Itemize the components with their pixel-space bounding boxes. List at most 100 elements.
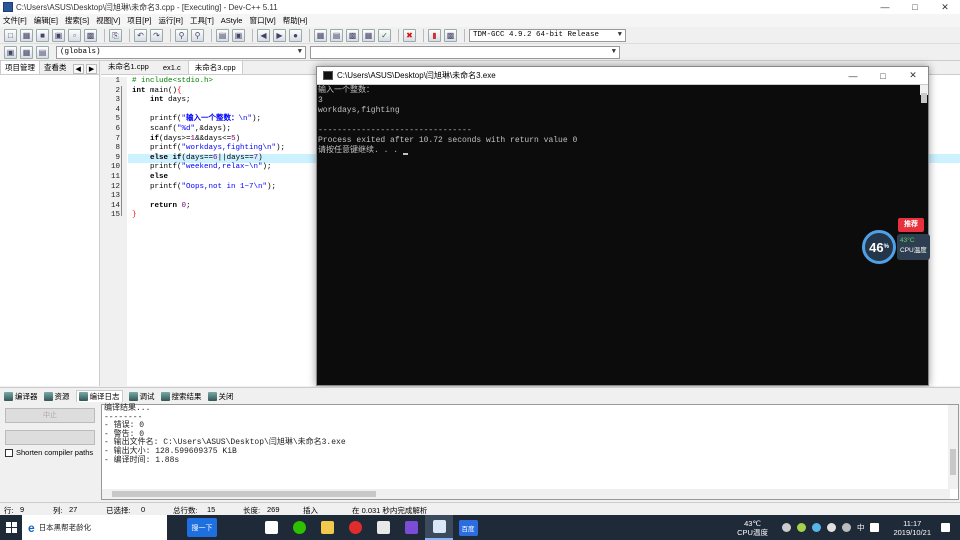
console-scrollbar[interactable] xyxy=(920,85,928,103)
taskbar-app-wps[interactable] xyxy=(397,515,425,540)
taskbar-app-explorer[interactable] xyxy=(313,515,341,540)
console-close-button[interactable]: ✕ xyxy=(898,70,928,81)
close-file-button[interactable]: ▫ xyxy=(68,28,81,42)
print-button[interactable]: ⎘ xyxy=(109,28,122,42)
start-button[interactable] xyxy=(0,515,22,540)
log-horizontal-scrollbar[interactable] xyxy=(102,489,950,499)
replace-button[interactable]: ⚲ xyxy=(191,28,204,42)
taskbar-app-media[interactable] xyxy=(257,515,285,540)
open-file-button[interactable]: ▦ xyxy=(20,28,33,42)
menu-help[interactable]: 帮助[H] xyxy=(283,15,308,26)
scope-select[interactable]: (globals) ▼ xyxy=(56,45,306,59)
stop-execution-button[interactable]: ✖ xyxy=(403,28,416,42)
profile-button[interactable]: ▩ xyxy=(444,28,457,42)
baidu-search-button[interactable]: 搜一下 xyxy=(187,518,217,537)
menu-edit[interactable]: 编辑[E] xyxy=(34,15,58,26)
shorten-paths-checkbox[interactable]: Shorten compiler paths xyxy=(5,448,93,457)
notification-icon[interactable] xyxy=(941,523,950,532)
taskbar-app-devcpp[interactable] xyxy=(425,515,453,540)
recommend-badge[interactable]: 推荐 xyxy=(898,218,924,232)
compiler-select[interactable]: TDM-GCC 4.9.2 64-bit Release ▼ xyxy=(469,28,626,42)
performance-widget[interactable]: 推荐 46% 43°C CPU温度 xyxy=(862,218,932,266)
minimize-icon: — xyxy=(880,2,890,12)
project-panel-tabs: 项目管理 查看类 ◀ ▶ xyxy=(0,60,99,75)
tab-close[interactable]: 关闭 xyxy=(207,391,234,402)
tab-compiler[interactable]: 编译器 xyxy=(4,391,38,402)
taskbar-app-wechat[interactable] xyxy=(285,515,313,540)
tab-class-view[interactable]: 查看类 xyxy=(40,61,71,74)
close-all-button[interactable]: ▩ xyxy=(84,28,97,42)
taskbar-app-store[interactable] xyxy=(369,515,397,540)
memory-usage-gauge[interactable]: 46% xyxy=(862,230,896,264)
tab-debug[interactable]: 调试 xyxy=(128,391,155,402)
menu-run[interactable]: 运行[R] xyxy=(158,15,183,26)
checkbox-box[interactable] xyxy=(5,448,13,457)
tab-scroll-right-icon[interactable]: ▶ xyxy=(85,64,98,74)
console-maximize-button[interactable]: □ xyxy=(868,71,898,81)
save-all-button[interactable]: ▣ xyxy=(52,28,65,42)
menu-astyle[interactable]: AStyle xyxy=(221,16,243,25)
tab-compile-log[interactable]: 编译日志 xyxy=(75,390,123,402)
taskbar-search-box[interactable]: e 日本黑帮老龄化 xyxy=(22,515,167,540)
taskbar-app-baidu[interactable]: 百度 xyxy=(453,515,483,540)
tab-file-3[interactable]: 未命名3.cpp xyxy=(187,60,243,74)
tab-scroll-left-icon[interactable]: ◀ xyxy=(72,64,84,74)
tab-file-1[interactable]: 未命名1.cpp xyxy=(101,59,156,74)
goto-bookmark-button[interactable]: ▤ xyxy=(36,45,49,59)
tab-project-manager[interactable]: 项目管理 xyxy=(0,60,40,74)
compile-log-output[interactable]: 编译结果... -------- - 错误: 0 - 警告: 0 - 输出文件名… xyxy=(101,404,959,500)
rebuild-all-button[interactable]: ▦ xyxy=(362,28,375,42)
redo-button[interactable]: ↷ xyxy=(150,28,163,42)
tab-search-results[interactable]: 搜索结果 xyxy=(160,391,202,402)
console-window[interactable]: C:\Users\ASUS\Desktop\闫旭琳\未命名3.exe — □ ✕… xyxy=(316,66,929,386)
toggle-bookmark-button[interactable]: ▦ xyxy=(20,45,33,59)
undo-button[interactable]: ↶ xyxy=(134,28,147,42)
run-button[interactable]: ▤ xyxy=(330,28,343,42)
battery-icon[interactable] xyxy=(841,523,851,532)
console-title-bar[interactable]: C:\Users\ASUS\Desktop\闫旭琳\未命名3.exe — □ ✕ xyxy=(317,67,928,85)
user-icon[interactable] xyxy=(781,523,791,532)
goto-line-button[interactable]: ▤ xyxy=(216,28,229,42)
menu-view[interactable]: 视图[V] xyxy=(96,15,120,26)
menu-tools[interactable]: 工具[T] xyxy=(190,15,214,26)
toggle-comment-button[interactable]: ● xyxy=(289,28,302,42)
compile-run-button[interactable]: ▩ xyxy=(346,28,359,42)
fullscreen-button[interactable]: ▣ xyxy=(232,28,245,42)
menu-file[interactable]: 文件[F] xyxy=(3,15,27,26)
tab-resources[interactable]: 资源 xyxy=(43,391,70,402)
tray-cpu-temp[interactable]: 43℃ CPU温度 xyxy=(737,519,768,537)
indent-left-button[interactable]: ◀ xyxy=(257,28,270,42)
find-button[interactable]: ⚲ xyxy=(175,28,188,42)
function-select[interactable]: ▼ xyxy=(310,45,620,59)
check-syntax-icon[interactable]: ✓ xyxy=(378,28,391,42)
indent-right-button[interactable]: ▶ xyxy=(273,28,286,42)
ime-mode-icon[interactable] xyxy=(870,523,880,532)
console-output[interactable]: 输入一个整数： 3 workdays,fighting ------------… xyxy=(317,85,928,385)
volume-icon[interactable] xyxy=(826,523,836,532)
scrollbar-thumb[interactable] xyxy=(950,449,956,475)
insert-button[interactable]: ▣ xyxy=(4,45,17,59)
taskbar-app-netease[interactable] xyxy=(341,515,369,540)
console-minimize-button[interactable]: — xyxy=(838,71,868,81)
save-button[interactable]: ■ xyxy=(36,28,49,42)
console-title: C:\Users\ASUS\Desktop\闫旭琳\未命名3.exe xyxy=(337,71,496,80)
network-icon[interactable] xyxy=(811,523,821,532)
menu-window[interactable]: 窗口[W] xyxy=(249,15,275,26)
log-vertical-scrollbar[interactable] xyxy=(948,405,958,489)
security-icon[interactable] xyxy=(796,523,806,532)
maximize-button[interactable]: □ xyxy=(900,0,930,14)
new-file-button[interactable]: □ xyxy=(4,28,17,42)
minimize-button[interactable]: — xyxy=(870,0,900,14)
scrollbar-thumb[interactable] xyxy=(921,93,927,103)
menu-search[interactable]: 搜索[S] xyxy=(65,15,89,26)
ime-indicator[interactable]: 中 xyxy=(857,522,865,533)
abort-compilation-button[interactable]: 中止 xyxy=(5,408,95,423)
chart-icon[interactable]: ▮ xyxy=(428,28,441,42)
compile-button[interactable]: ▦ xyxy=(314,28,327,42)
menu-project[interactable]: 项目[P] xyxy=(127,15,151,26)
taskbar-clock[interactable]: 11:17 2019/10/21 xyxy=(893,519,931,537)
close-button[interactable]: ✕ xyxy=(930,0,960,14)
code-fold-marker[interactable] xyxy=(121,86,126,216)
tab-file-2[interactable]: ex1.c xyxy=(156,61,188,74)
scrollbar-thumb[interactable] xyxy=(112,491,376,497)
